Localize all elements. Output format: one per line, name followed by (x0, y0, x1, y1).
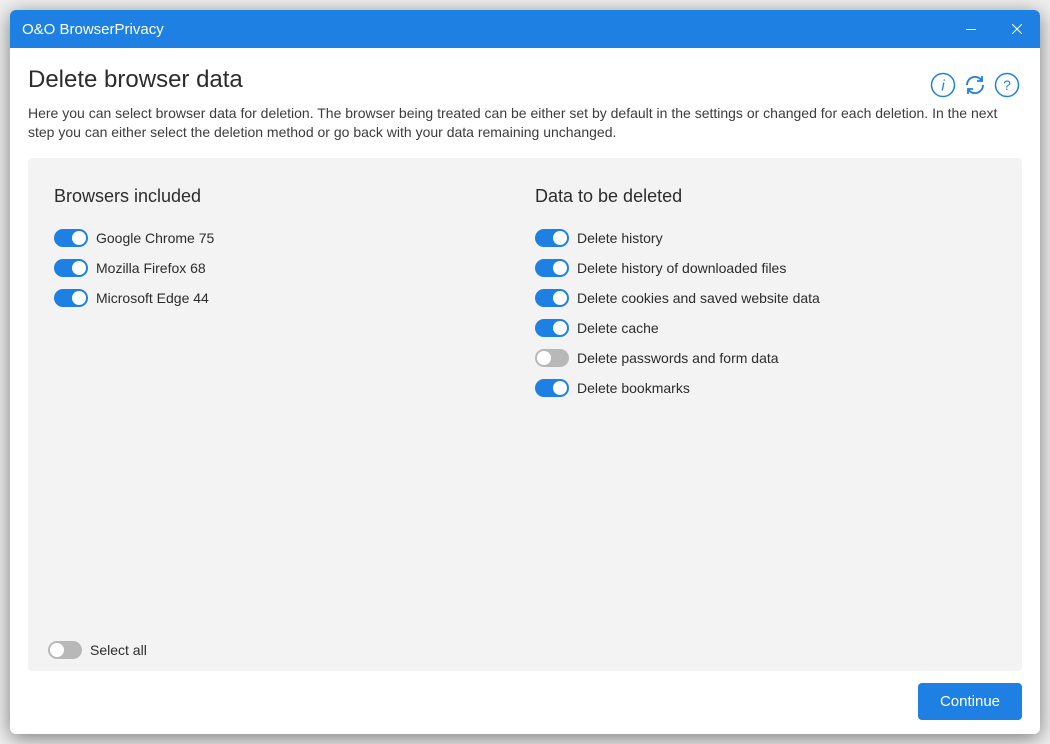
delete-options-list: Delete history Delete history of download… (535, 229, 996, 397)
toggle-knob (50, 643, 64, 657)
browser-label: Microsoft Edge 44 (96, 290, 209, 306)
browsers-column: Browsers included Google Chrome 75 Mozill… (54, 186, 515, 409)
app-window: O&O BrowserPrivacy Delete browser data i… (10, 10, 1040, 734)
toggle-knob (537, 351, 551, 365)
delete-option-toggle-1[interactable] (535, 259, 569, 277)
minimize-button[interactable] (948, 10, 994, 48)
header-row: Delete browser data i ? (28, 66, 1022, 104)
select-all-toggle[interactable] (48, 641, 82, 659)
page-description: Here you can select browser data for del… (28, 104, 1022, 142)
delete-option-label: Delete passwords and form data (577, 350, 779, 366)
titlebar: O&O BrowserPrivacy (10, 10, 1040, 48)
browser-label: Mozilla Firefox 68 (96, 260, 206, 276)
delete-option-label: Delete cookies and saved website data (577, 290, 820, 306)
toggle-knob (553, 231, 567, 245)
delete-option-toggle-4[interactable] (535, 349, 569, 367)
options-panel: Browsers included Google Chrome 75 Mozill… (28, 158, 1022, 671)
delete-option-toggle-2[interactable] (535, 289, 569, 307)
toggle-knob (553, 381, 567, 395)
select-all-row: Select all (48, 641, 147, 659)
help-button[interactable]: ? (992, 70, 1022, 100)
help-icon: ? (994, 72, 1020, 98)
toggle-knob (553, 291, 567, 305)
header-actions: i ? (928, 70, 1022, 100)
browser-toggle-1[interactable] (54, 259, 88, 277)
delete-options-column: Data to be deleted Delete historyDelete … (535, 186, 996, 409)
toggle-row: Mozilla Firefox 68 (54, 259, 515, 277)
info-button[interactable]: i (928, 70, 958, 100)
close-icon (1012, 24, 1022, 34)
toggle-row: Delete history (535, 229, 996, 247)
toggle-row: Delete bookmarks (535, 379, 996, 397)
delete-option-toggle-5[interactable] (535, 379, 569, 397)
app-title: O&O BrowserPrivacy (22, 21, 164, 38)
toggle-knob (553, 261, 567, 275)
toggle-knob (553, 321, 567, 335)
footer: Continue (28, 683, 1022, 720)
info-icon: i (930, 72, 956, 98)
browsers-list: Google Chrome 75 Mozilla Firefox 68 Micros… (54, 229, 515, 307)
content-area: Delete browser data i ? Here you can sel… (10, 48, 1040, 734)
delete-option-toggle-3[interactable] (535, 319, 569, 337)
page-title: Delete browser data (28, 66, 243, 94)
toggle-row: Microsoft Edge 44 (54, 289, 515, 307)
refresh-button[interactable] (960, 70, 990, 100)
browser-label: Google Chrome 75 (96, 230, 214, 246)
toggle-row: Delete cache (535, 319, 996, 337)
delete-option-toggle-0[interactable] (535, 229, 569, 247)
minimize-icon (966, 29, 976, 30)
toggle-row: Delete passwords and form data (535, 349, 996, 367)
select-all-label: Select all (90, 642, 147, 658)
browser-toggle-2[interactable] (54, 289, 88, 307)
toggle-row: Google Chrome 75 (54, 229, 515, 247)
toggle-knob (72, 291, 86, 305)
window-controls (948, 10, 1040, 48)
delete-option-label: Delete history (577, 230, 663, 246)
toggle-row: Delete history of downloaded files (535, 259, 996, 277)
svg-text:i: i (941, 78, 945, 95)
svg-text:?: ? (1003, 77, 1011, 93)
continue-button[interactable]: Continue (918, 683, 1022, 720)
delete-options-title: Data to be deleted (535, 186, 996, 207)
refresh-icon (962, 72, 988, 98)
browsers-title: Browsers included (54, 186, 515, 207)
delete-option-label: Delete bookmarks (577, 380, 690, 396)
delete-option-label: Delete cache (577, 320, 659, 336)
close-button[interactable] (994, 10, 1040, 48)
toggle-knob (72, 261, 86, 275)
browser-toggle-0[interactable] (54, 229, 88, 247)
delete-option-label: Delete history of downloaded files (577, 260, 786, 276)
panel-columns: Browsers included Google Chrome 75 Mozill… (54, 186, 996, 409)
toggle-knob (72, 231, 86, 245)
toggle-row: Delete cookies and saved website data (535, 289, 996, 307)
